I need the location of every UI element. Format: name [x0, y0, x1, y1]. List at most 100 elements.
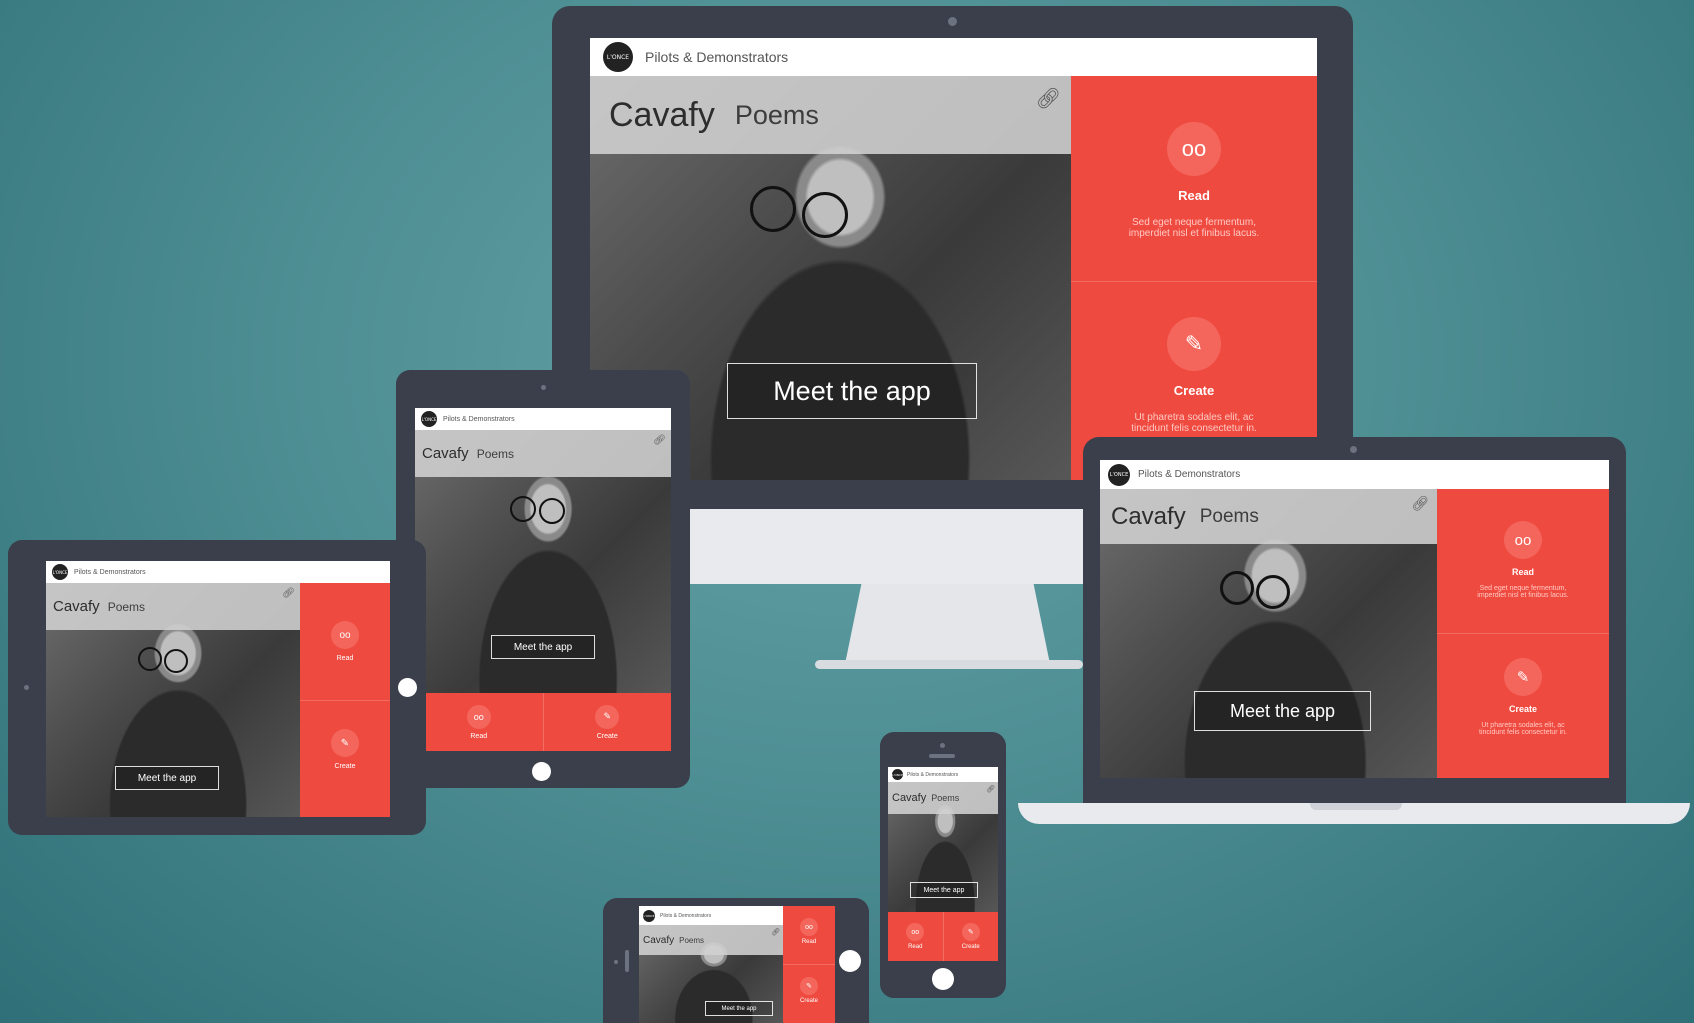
read-label: Read: [801, 939, 817, 945]
pencil-icon: ✎: [595, 704, 620, 729]
app-header-title: Pilots & Demonstrators: [74, 568, 146, 576]
camera-dot: [541, 385, 546, 390]
meet-the-app-button[interactable]: Meet the app: [910, 882, 978, 898]
meet-the-app-button[interactable]: Meet the app: [491, 635, 595, 659]
app-title: Cavafy: [53, 598, 100, 615]
app-header-title: Pilots & Demonstrators: [660, 912, 712, 919]
pencil-icon: ✎: [1504, 658, 1542, 696]
home-button[interactable]: [839, 950, 861, 972]
meet-the-app-button[interactable]: Meet the app: [705, 1001, 773, 1016]
glasses-icon: oo: [800, 918, 818, 936]
link-icon[interactable]: 🔗︎: [1411, 495, 1429, 512]
logo[interactable]: L'ONCE: [52, 564, 68, 580]
read-panel[interactable]: oo Read: [783, 906, 835, 964]
read-description: Sed eget neque fermentum, imperdiet nisl…: [1477, 585, 1569, 599]
camera-dot: [614, 960, 618, 964]
home-button[interactable]: [398, 678, 417, 697]
app-title: Cavafy: [892, 792, 927, 804]
read-label: Read: [908, 944, 923, 950]
pencil-icon: ✎: [800, 977, 818, 995]
logo[interactable]: L'ONCE: [603, 42, 633, 72]
tablet-portrait-screen: L'ONCE Pilots & Demonstrators Cavafy Poe…: [415, 408, 671, 751]
title-bar: Cavafy Poems 🔗︎: [46, 583, 300, 630]
glasses-icon: oo: [331, 621, 359, 649]
phone-landscape: L'ONCE Pilots & Demonstrators Cavafy Poe…: [603, 898, 869, 1023]
logo[interactable]: L'ONCE: [1108, 463, 1130, 486]
header: L'ONCE Pilots & Demonstrators: [1100, 460, 1609, 489]
camera-dot: [948, 17, 957, 26]
link-icon[interactable]: 🔗︎: [986, 785, 995, 793]
tablet-landscape-screen: L'ONCE Pilots & Demonstrators Cavafy Poe…: [46, 561, 390, 817]
logo[interactable]: L'ONCE: [892, 769, 903, 780]
portrait-glasses: [1256, 575, 1290, 609]
read-description: Sed eget neque fermentum, imperdiet nisl…: [1128, 217, 1260, 239]
side-panel: oo Read Sed eget neque fermentum, imperd…: [1071, 76, 1317, 480]
home-button[interactable]: [532, 762, 551, 781]
side-panel: oo Read ✎ Create: [300, 583, 390, 817]
create-label: Create: [1173, 383, 1215, 398]
app-title: Cavafy: [643, 934, 675, 946]
create-description: Ut pharetra sodales elit, ac tincidunt f…: [1131, 412, 1257, 434]
header: L'ONCE Pilots & Demonstrators: [590, 38, 1317, 76]
home-button[interactable]: [932, 968, 954, 990]
portrait-glasses: [510, 496, 536, 522]
portrait-glasses: [539, 498, 565, 524]
read-panel[interactable]: oo Read: [300, 583, 390, 700]
read-panel[interactable]: oo Read: [415, 693, 543, 751]
action-bar: oo Read ✎ Create: [415, 693, 671, 751]
speaker: [929, 754, 955, 758]
link-icon[interactable]: 🔗︎: [1036, 86, 1061, 111]
portrait-glasses: [138, 647, 162, 671]
logo[interactable]: L'ONCE: [421, 411, 437, 427]
read-panel[interactable]: oo Read Sed eget neque fermentum, imperd…: [1437, 489, 1609, 633]
action-bar: oo Read ✎ Create: [888, 912, 998, 961]
title-bar: Cavafy Poems 🔗︎: [888, 782, 998, 814]
create-panel[interactable]: ✎ Create: [783, 964, 835, 1023]
read-panel[interactable]: oo Read: [888, 912, 943, 961]
portrait-glasses: [164, 649, 188, 673]
title-bar: Cavafy Poems 🔗︎: [639, 925, 783, 955]
app-header-title: Pilots & Demonstrators: [1138, 469, 1241, 480]
app-subtitle: Poems: [107, 599, 146, 614]
app-subtitle: Poems: [476, 446, 515, 461]
hero-photo: Cavafy Poems 🔗︎ Meet the app: [415, 430, 671, 693]
tablet-portrait: L'ONCE Pilots & Demonstrators Cavafy Poe…: [396, 370, 690, 788]
app-title: Cavafy: [1111, 502, 1186, 530]
glasses-icon: oo: [906, 923, 925, 941]
pencil-icon: ✎: [961, 923, 980, 941]
camera-dot: [1350, 446, 1357, 453]
app-header-title: Pilots & Demonstrators: [907, 771, 959, 778]
hero-photo: Cavafy Poems 🔗︎ Meet the app: [888, 782, 998, 912]
link-icon[interactable]: 🔗︎: [282, 588, 295, 599]
read-label: Read: [1178, 188, 1210, 203]
title-bar: Cavafy Poems 🔗︎: [590, 76, 1071, 154]
create-panel[interactable]: ✎ Create: [942, 912, 999, 961]
portrait-glasses: [802, 192, 848, 238]
laptop-notch: [1310, 803, 1402, 810]
app-subtitle: Poems: [734, 99, 819, 130]
phone-portrait-screen: L'ONCE Pilots & Demonstrators Cavafy Poe…: [888, 767, 998, 961]
link-icon[interactable]: 🔗︎: [771, 928, 780, 936]
create-panel[interactable]: ✎ Create: [300, 700, 390, 817]
create-panel[interactable]: ✎ Create Ut pharetra sodales elit, ac ti…: [1437, 633, 1609, 778]
link-icon[interactable]: 🔗︎: [653, 435, 666, 446]
meet-the-app-button[interactable]: Meet the app: [115, 766, 219, 790]
header: L'ONCE Pilots & Demonstrators: [415, 408, 671, 430]
camera-dot: [24, 685, 29, 690]
app-title: Cavafy: [422, 445, 469, 462]
read-panel[interactable]: oo Read Sed eget neque fermentum, imperd…: [1071, 76, 1317, 281]
create-label: Create: [961, 944, 980, 950]
meet-the-app-button[interactable]: Meet the app: [727, 363, 977, 419]
meet-the-app-button[interactable]: Meet the app: [1194, 691, 1371, 731]
laptop-screen: L'ONCE Pilots & Demonstrators Cavafy Poe…: [1100, 460, 1609, 778]
create-panel[interactable]: ✎ Create: [542, 693, 672, 751]
side-panel: oo Read ✎ Create: [783, 906, 835, 1023]
app-header-title: Pilots & Demonstrators: [645, 49, 789, 65]
logo[interactable]: L'ONCE: [643, 909, 655, 922]
hero-photo: Cavafy Poems 🔗︎ Meet the app: [46, 583, 300, 817]
camera-dot: [940, 743, 945, 748]
title-bar: Cavafy Poems 🔗︎: [1100, 489, 1437, 544]
header: L'ONCE Pilots & Demonstrators: [46, 561, 390, 583]
glasses-icon: oo: [1504, 521, 1542, 559]
title-bar: Cavafy Poems 🔗︎: [415, 430, 671, 477]
